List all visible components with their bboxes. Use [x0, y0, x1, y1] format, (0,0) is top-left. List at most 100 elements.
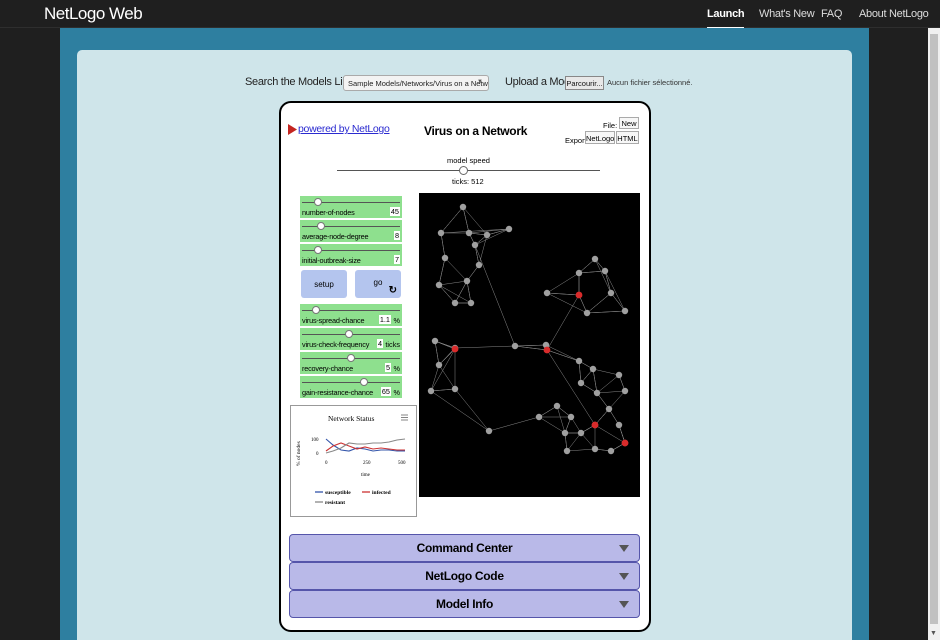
slider-label: number-of-nodes	[302, 208, 355, 217]
network-edge	[454, 388, 490, 432]
plot-x-tick: 500	[398, 461, 406, 466]
network-graph	[427, 203, 629, 455]
scroll-down-icon[interactable]: ▼	[930, 630, 937, 637]
slider-value[interactable]: 4	[376, 339, 383, 348]
network-edge	[592, 368, 598, 394]
go-button[interactable]: go ↻	[355, 270, 401, 298]
slider-handle[interactable]	[314, 198, 322, 206]
network-node	[465, 229, 473, 237]
network-node	[463, 277, 471, 285]
slider-virus-spread-chance[interactable]: virus-spread-chance 1.1 %	[300, 304, 402, 326]
network-node	[591, 255, 599, 263]
network-edge	[610, 292, 626, 312]
slider-virus-check-frequency[interactable]: virus-check-frequency 4 ticks	[300, 328, 402, 350]
network-edge	[438, 280, 468, 286]
nav-whats-new[interactable]: What's New	[759, 8, 815, 20]
slider-value[interactable]: 65	[380, 387, 391, 396]
infected-node	[575, 291, 583, 299]
slider-handle[interactable]	[360, 378, 368, 386]
network-edge	[596, 374, 620, 394]
network-node	[589, 365, 597, 373]
network-node	[535, 413, 543, 421]
network-node	[577, 429, 585, 437]
network-node	[505, 225, 513, 233]
network-node	[451, 299, 459, 307]
network-edge	[430, 390, 490, 432]
world-view[interactable]	[419, 193, 640, 497]
brand-title[interactable]: NetLogo Web	[44, 4, 143, 24]
plot-y-tick: 0	[316, 452, 319, 457]
network-node	[563, 447, 571, 455]
model-select-value: Sample Models/Networks/Virus on a Networ…	[348, 79, 489, 88]
file-label: File:	[603, 121, 618, 130]
network-node	[615, 421, 623, 429]
top-navbar: NetLogo Web Launch What's New FAQ About …	[0, 0, 940, 29]
setup-button-label: setup	[314, 280, 334, 289]
slider-handle[interactable]	[347, 354, 355, 362]
network-edge	[566, 432, 582, 452]
nav-faq[interactable]: FAQ	[821, 8, 842, 20]
network-node	[575, 269, 583, 277]
model-select[interactable]: Sample Models/Networks/Virus on a Networ…	[343, 75, 489, 91]
slider-initial-outbreak-size[interactable]: initial-outbreak-size 7	[300, 244, 402, 266]
powered-by-link[interactable]: powered by NetLogo	[298, 123, 390, 135]
network-edge	[604, 270, 626, 312]
scrollbar-thumb[interactable]	[930, 34, 938, 624]
network-node	[605, 405, 613, 413]
browse-button[interactable]: Parcourir...	[565, 76, 604, 90]
slider-handle[interactable]	[345, 330, 353, 338]
slider-label: initial-outbreak-size	[302, 256, 361, 265]
network-node	[593, 389, 601, 397]
network-edge	[430, 348, 456, 392]
network-node	[615, 371, 623, 379]
network-node	[575, 357, 583, 365]
export-netlogo-button[interactable]: NetLogo	[585, 131, 615, 144]
network-node	[583, 309, 591, 317]
slider-unit: ticks	[385, 340, 400, 349]
slider-unit: %	[393, 364, 401, 373]
speed-slider-track[interactable]	[337, 170, 600, 171]
network-edge	[578, 360, 582, 384]
legend-susceptible: susceptible	[325, 490, 351, 496]
network-node	[601, 267, 609, 275]
network-node	[543, 289, 551, 297]
export-html-button[interactable]: HTML	[616, 131, 639, 144]
nav-about[interactable]: About NetLogo	[859, 8, 929, 20]
slider-unit: %	[393, 388, 401, 397]
network-edge	[596, 390, 626, 394]
network-node	[561, 429, 569, 437]
slider-recovery-chance[interactable]: recovery-chance 5 %	[300, 352, 402, 374]
network-node	[431, 337, 439, 345]
slider-handle[interactable]	[314, 246, 322, 254]
slider-value[interactable]: 8	[393, 231, 400, 240]
slider-handle[interactable]	[317, 222, 325, 230]
model-info-label: Model Info	[436, 597, 493, 611]
forever-icon: ↻	[388, 285, 397, 296]
network-edge	[566, 448, 596, 452]
command-center-toggle[interactable]: Command Center	[289, 534, 640, 562]
slider-average-node-degree[interactable]: average-node-degree 8	[300, 220, 402, 242]
slider-value[interactable]: 45	[389, 207, 400, 216]
new-button[interactable]: New	[619, 117, 639, 129]
network-node	[483, 231, 491, 239]
network-edge	[434, 340, 440, 366]
slider-handle[interactable]	[312, 306, 320, 314]
speed-slider-handle[interactable]	[459, 166, 468, 175]
slider-value[interactable]: 5	[384, 363, 391, 372]
network-edge	[444, 257, 468, 282]
model-info-toggle[interactable]: Model Info	[289, 590, 640, 618]
slider-track	[302, 382, 400, 383]
network-node	[451, 385, 459, 393]
menu-icon[interactable]	[401, 414, 408, 421]
slider-value[interactable]: 1.1	[378, 315, 391, 324]
network-node	[621, 307, 629, 315]
slider-gain-resistance-chance[interactable]: gain-resistance-chance 65 %	[300, 376, 402, 398]
netlogo-code-toggle[interactable]: NetLogo Code	[289, 562, 640, 590]
slider-number-of-nodes[interactable]: number-of-nodes 45	[300, 196, 402, 218]
chevron-down-icon: ▼	[477, 79, 483, 85]
nav-launch[interactable]: Launch	[707, 8, 745, 29]
setup-button[interactable]: setup	[301, 270, 347, 298]
network-edge	[466, 280, 472, 304]
slider-value[interactable]: 7	[393, 255, 400, 264]
plot-title: Network Status	[328, 414, 375, 423]
